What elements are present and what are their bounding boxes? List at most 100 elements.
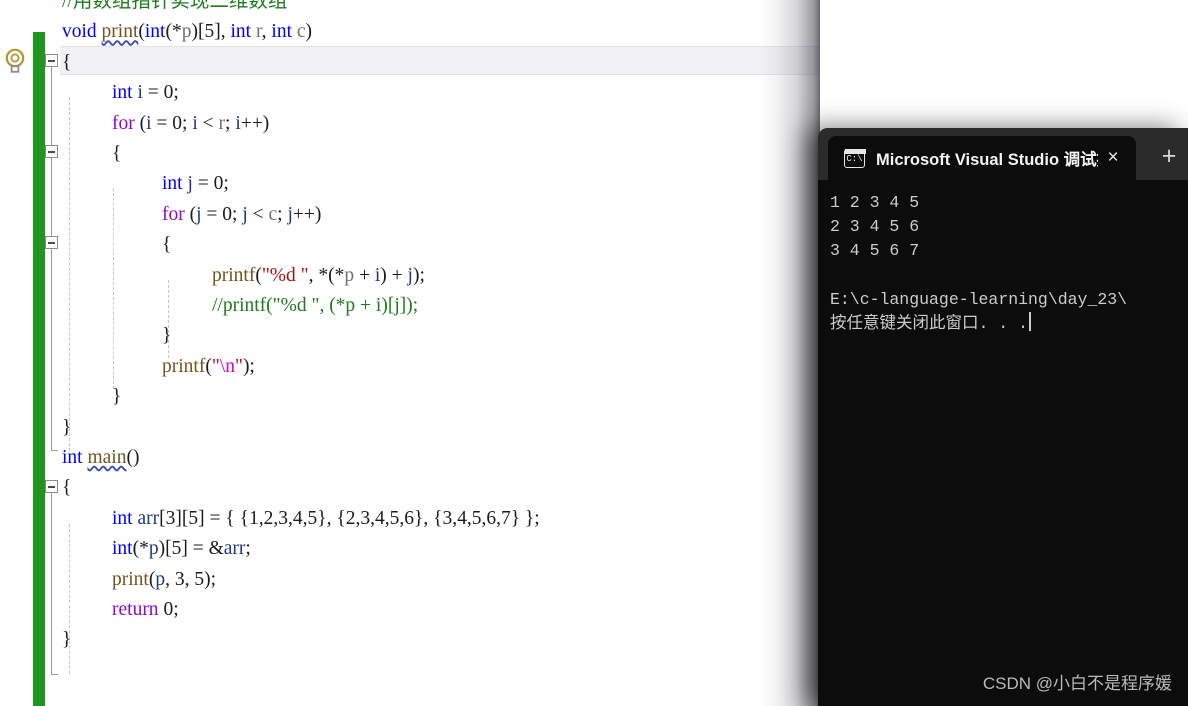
code-token: \n <box>219 355 235 377</box>
code-line[interactable]: printf("\n"); <box>162 352 255 382</box>
new-tab-button[interactable]: + <box>1151 140 1187 172</box>
code-token: { <box>62 477 72 499</box>
code-token: } <box>112 386 122 408</box>
code-token: int <box>62 447 83 468</box>
code-token: ) <box>305 21 313 43</box>
code-line[interactable]: void print(int(*p)[5], int r, int c) <box>62 17 312 47</box>
code-token: ; <box>245 538 251 560</box>
code-token: int <box>144 21 166 43</box>
code-token: = <box>142 82 164 104</box>
code-line[interactable]: { <box>162 230 171 260</box>
code-token: ][ <box>175 507 189 529</box>
code-token: } <box>62 416 72 438</box>
code-token: 0 <box>172 112 183 134</box>
current-line-highlight <box>60 46 820 75</box>
console-line: 1 2 3 4 5 <box>830 193 920 212</box>
code-line[interactable]: } <box>62 413 71 443</box>
code-token: { <box>62 51 72 73</box>
code-token: ] = & <box>181 538 224 560</box>
code-token: = <box>151 112 173 134</box>
code-line[interactable]: { <box>62 48 71 78</box>
code-line[interactable]: for (i = 0; i < r; i++) <box>112 109 269 139</box>
console-output[interactable]: 1 2 3 4 5 2 3 4 5 6 3 4 5 6 7 E:\c-language… <box>818 180 1188 706</box>
code-line[interactable]: //用数组指针实现二维数组 <box>62 0 287 17</box>
code-token: ; <box>232 203 243 225</box>
code-line[interactable]: int j = 0; <box>162 169 229 199</box>
code-token: int <box>112 538 133 560</box>
fold-toggle[interactable] <box>45 480 58 493</box>
code-token: ] = { { <box>198 507 249 529</box>
code-line[interactable]: } <box>112 382 121 412</box>
code-token: main <box>87 447 127 468</box>
code-line[interactable]: int main() <box>62 443 139 473</box>
fold-toggle[interactable] <box>45 145 58 158</box>
code-token: print <box>101 21 139 43</box>
code-token: ], <box>214 21 231 43</box>
console-line: 按任意键关闭此窗口. . . <box>830 312 1188 336</box>
console-line: 2 3 4 5 6 <box>830 217 920 237</box>
code-token: , <box>165 568 175 590</box>
code-line[interactable]: { <box>112 139 121 169</box>
screen-root: //用数组指针实现二维数组 void print(int(*p)[5], int … <box>0 0 1188 706</box>
indent-guide <box>113 188 114 389</box>
code-token: 0 <box>163 599 174 620</box>
code-token: int <box>271 21 293 43</box>
code-token: 5 <box>171 538 182 560</box>
code-line[interactable]: print(p, 3, 5); <box>112 565 216 595</box>
code-line[interactable]: int(*p)[5] = &arr; <box>112 534 251 564</box>
console-titlebar[interactable]: C:\ Microsoft Visual Studio 调试控 × + <box>818 128 1188 180</box>
code-token: for <box>162 203 185 225</box>
code-token: " <box>234 355 243 377</box>
code-token: 3 <box>165 507 176 529</box>
code-token: " <box>211 355 220 377</box>
code-line[interactable]: { <box>62 473 71 503</box>
code-token: } <box>62 629 72 651</box>
code-line[interactable]: return 0; <box>112 595 179 625</box>
outlining-line <box>51 60 52 450</box>
code-token: c <box>296 21 306 43</box>
indent-guide <box>69 97 70 451</box>
code-line[interactable]: int i = 0; <box>112 78 179 108</box>
fold-toggle[interactable] <box>45 54 58 67</box>
code-token: 1,2,3,4,5 <box>248 507 318 529</box>
code-token: { <box>112 143 122 164</box>
lightbulb-icon[interactable] <box>2 46 28 76</box>
code-token: 5 <box>204 21 215 43</box>
code-line[interactable]: for (j = 0; j < c; j++) <box>162 200 321 230</box>
code-token: int <box>112 82 133 104</box>
code-token: , <box>261 21 272 43</box>
terminal-icon-glyph: C:\ <box>846 153 863 164</box>
console-line: 3 4 5 6 7 <box>830 241 920 261</box>
code-line[interactable]: //printf("%d ", (*p + i)[j]); <box>212 291 418 321</box>
code-token: )[ <box>158 538 172 560</box>
console-tab-title: Microsoft Visual Studio 调试控 <box>876 151 1098 169</box>
code-line[interactable]: } <box>162 321 171 351</box>
code-line[interactable]: printf("%d ", *(*p + i) + j); <box>212 261 425 291</box>
code-token: printf <box>212 264 256 286</box>
code-editor-pane[interactable]: //用数组指针实现二维数组 void print(int(*p)[5], int … <box>0 0 820 706</box>
code-line[interactable]: } <box>62 625 71 655</box>
code-token: ++) <box>292 203 322 225</box>
code-token: arr <box>137 507 160 529</box>
code-token: p <box>148 538 159 560</box>
code-token: < <box>197 112 219 134</box>
code-token: return <box>112 599 159 620</box>
code-token: } <box>162 325 172 347</box>
code-token: = <box>192 173 214 195</box>
code-token: "%d " <box>261 264 309 286</box>
code-token: 5 <box>188 507 199 529</box>
outlining-end-tick <box>51 450 58 451</box>
code-token: ( <box>134 112 147 134</box>
code-token: ; <box>182 112 193 134</box>
code-token: (* <box>165 21 182 43</box>
console-tab[interactable]: C:\ Microsoft Visual Studio 调试控 × <box>828 136 1136 180</box>
close-icon[interactable]: × <box>1098 143 1128 173</box>
console-window[interactable]: C:\ Microsoft Visual Studio 调试控 × + 1 2 … <box>818 128 1188 706</box>
fold-toggle[interactable] <box>45 236 58 249</box>
outlining-end-tick <box>51 674 58 675</box>
code-token: , *(* <box>308 264 345 286</box>
code-token: for <box>112 112 135 134</box>
code-line[interactable]: int arr[3][5] = { {1,2,3,4,5}, {2,3,4,5,… <box>112 504 540 534</box>
code-token: int <box>162 173 183 195</box>
